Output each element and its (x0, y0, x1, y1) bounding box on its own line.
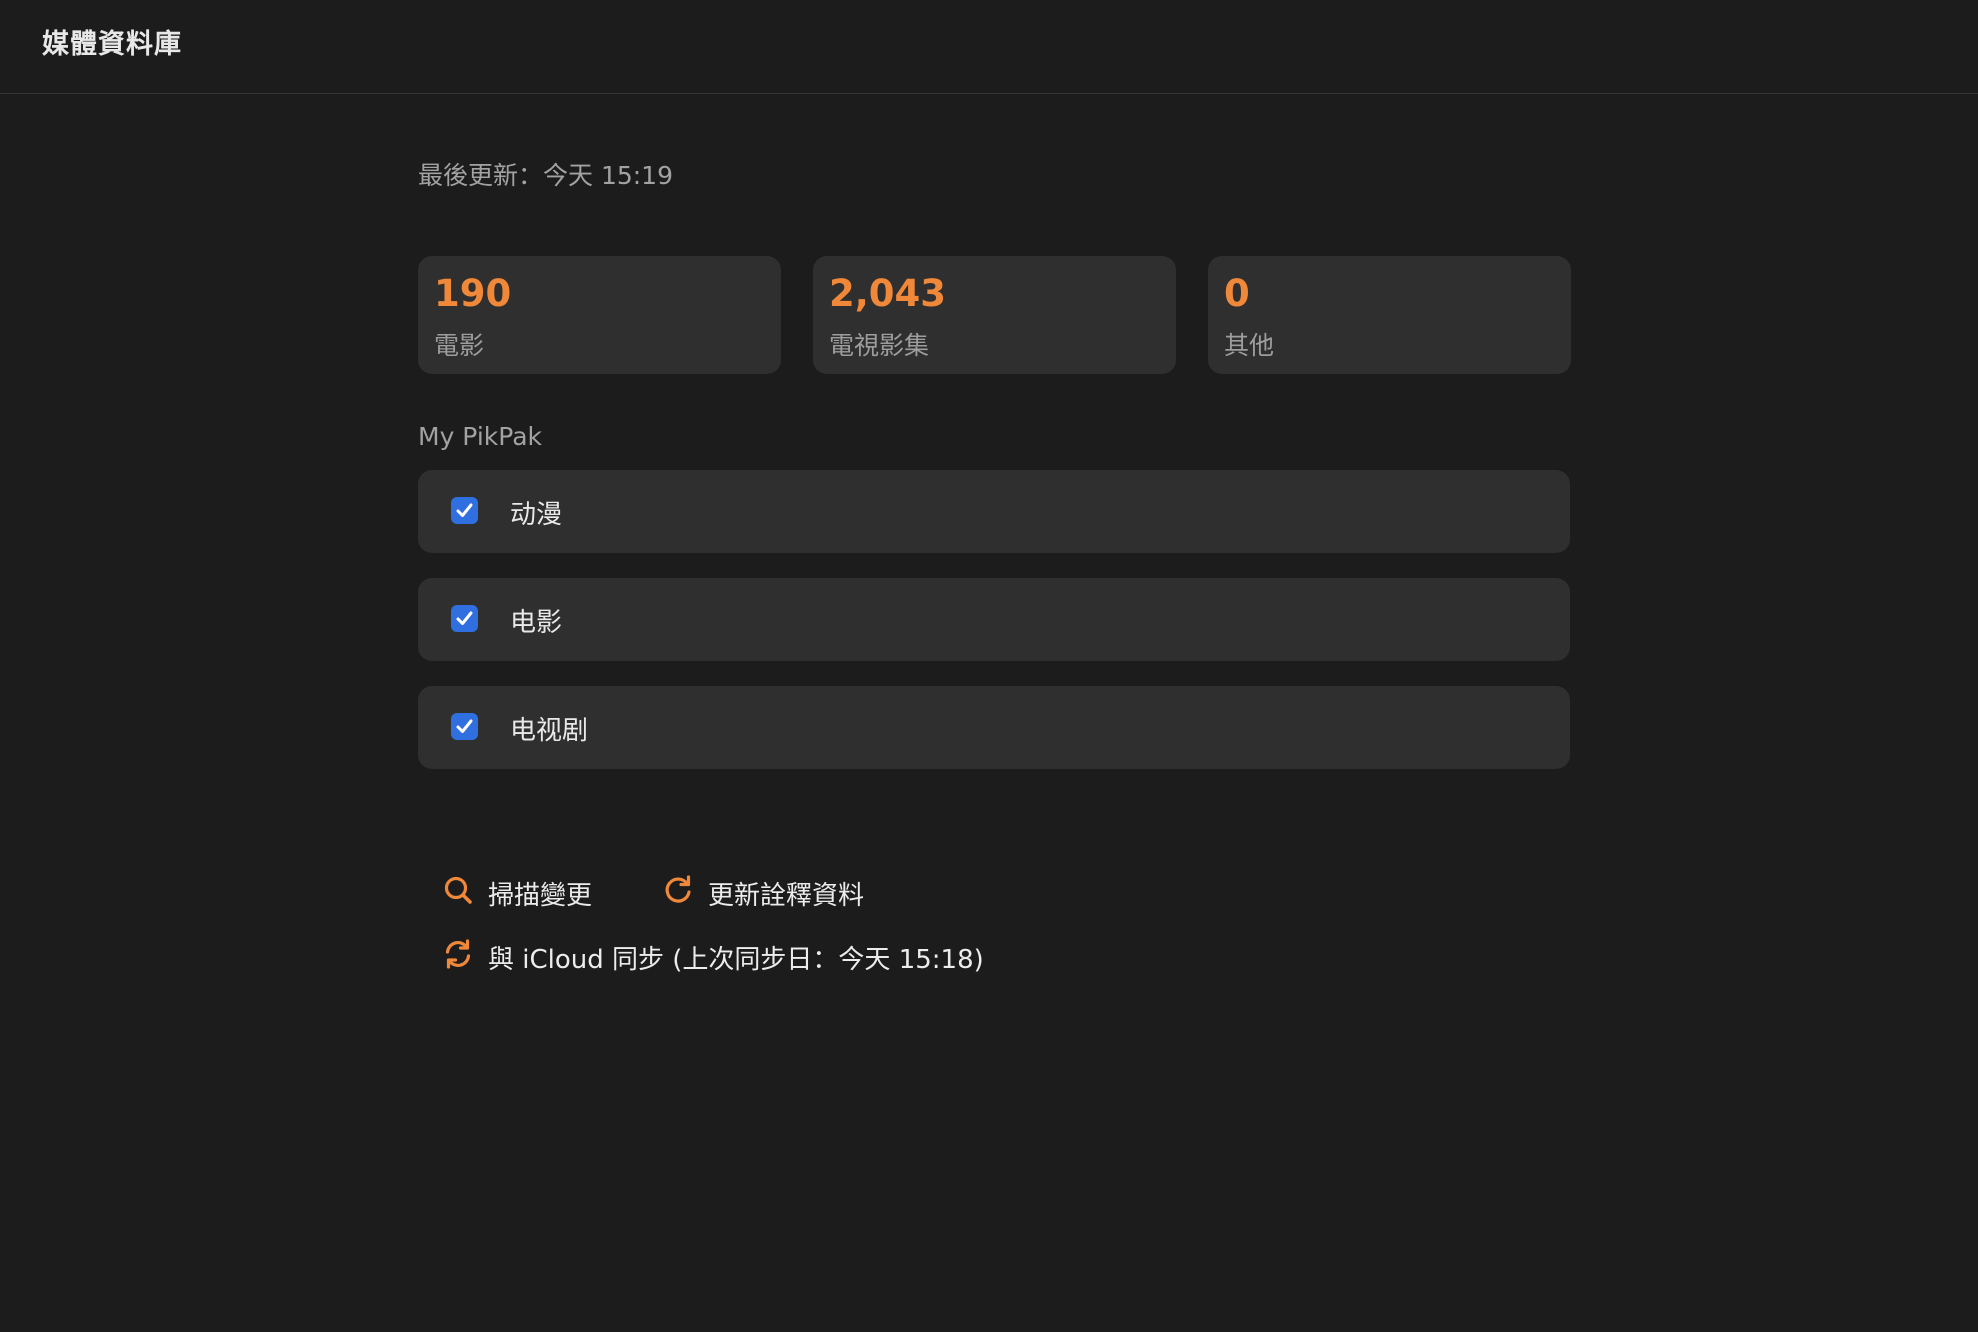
folder-checkbox[interactable] (451, 497, 478, 524)
checkmark-icon (456, 503, 473, 517)
stat-label: 其他 (1224, 331, 1275, 360)
folder-checkbox[interactable] (451, 605, 478, 632)
search-icon (444, 876, 472, 904)
stat-card-movies: 190 電影 (418, 256, 781, 374)
stat-card-tv-shows: 2,043 電視影集 (813, 256, 1176, 374)
folder-label: 动漫 (510, 500, 563, 530)
stat-value: 190 (434, 272, 512, 315)
checkmark-icon (456, 611, 473, 625)
folder-row-movies[interactable]: 电影 (418, 578, 1570, 661)
folder-row-anime[interactable]: 动漫 (418, 470, 1570, 553)
refresh-metadata-label: 更新詮釋資料 (708, 881, 865, 911)
folder-row-tv-series[interactable]: 电视剧 (418, 686, 1570, 769)
checkmark-icon (456, 719, 473, 733)
stat-card-other: 0 其他 (1208, 256, 1571, 374)
icloud-sync-label: 與 iCloud 同步 (上次同步日：今天 15:18) (488, 945, 984, 975)
top-bar: 媒體資料庫 (0, 0, 1978, 94)
folder-label: 电视剧 (510, 716, 589, 746)
stats-row: 190 電影 2,043 電視影集 0 其他 (418, 256, 1571, 374)
icloud-sync-button[interactable]: 與 iCloud 同步 (上次同步日：今天 15:18) (442, 934, 1002, 975)
refresh-icon (665, 875, 691, 903)
last-updated-text: 最後更新：今天 15:19 (418, 161, 673, 190)
source-title: My PikPak (418, 422, 543, 451)
scan-changes-button[interactable]: 掃描變更 (442, 870, 602, 911)
folder-label: 电影 (510, 608, 563, 638)
sync-icon (445, 939, 471, 969)
page-title: 媒體資料庫 (42, 29, 182, 60)
stat-label: 電視影集 (829, 331, 930, 360)
scan-changes-label: 掃描變更 (488, 881, 593, 911)
folder-checkbox[interactable] (451, 713, 478, 740)
stat-value: 0 (1224, 272, 1250, 315)
stat-value: 2,043 (829, 272, 947, 315)
stat-label: 電影 (434, 331, 485, 360)
refresh-metadata-button[interactable]: 更新詮釋資料 (662, 870, 882, 911)
